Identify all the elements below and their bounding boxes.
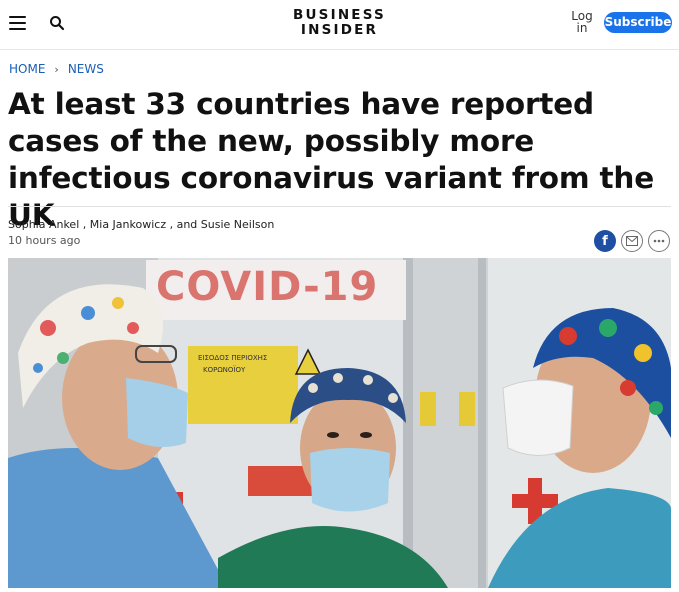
author-link-3[interactable]: Susie Neilson: [201, 218, 275, 231]
hero-photo-illustration: COVID-19 ΕΙΣΟΔΟΣ ΠΕΡΙΟΧΗΣ ΚΟΡΩΝΟΪΟΥ: [8, 258, 671, 588]
email-icon: [626, 236, 638, 246]
author-byline: Sophia Ankel , Mia Jankowicz , and Susie…: [8, 218, 274, 231]
warning-sign-line-1: ΕΙΣΟΔΟΣ ΠΕΡΙΟΧΗΣ: [198, 354, 267, 362]
hero-image: COVID-19 ΕΙΣΟΔΟΣ ΠΕΡΙΟΧΗΣ ΚΟΡΩΝΟΪΟΥ: [8, 258, 671, 588]
author-separator-1: ,: [79, 218, 90, 231]
breadcrumb-home[interactable]: HOME: [9, 62, 45, 76]
site-header: BUSINESS INSIDER Log in Subscribe: [0, 0, 679, 50]
author-separator-2: , and: [166, 218, 201, 231]
more-share-button[interactable]: [648, 230, 670, 252]
facebook-icon: f: [602, 233, 608, 249]
covid-sign-text: COVID-19: [156, 264, 378, 310]
author-link-1[interactable]: Sophia Ankel: [8, 218, 79, 231]
facebook-share-button[interactable]: f: [594, 230, 616, 252]
warning-sign-line-2: ΚΟΡΩΝΟΪΟΥ: [203, 365, 246, 374]
subscribe-button[interactable]: Subscribe: [604, 12, 672, 33]
article-headline: At least 33 countries have reported case…: [8, 87, 654, 232]
publish-timestamp: 10 hours ago: [8, 234, 81, 247]
breadcrumb: HOME › NEWS: [9, 62, 104, 76]
email-share-button[interactable]: [621, 230, 643, 252]
headline-divider: [8, 206, 671, 207]
breadcrumb-news[interactable]: NEWS: [68, 62, 104, 76]
author-link-2[interactable]: Mia Jankowicz: [90, 218, 166, 231]
login-link[interactable]: Log in: [567, 10, 597, 34]
breadcrumb-separator: ›: [54, 62, 59, 76]
more-icon: [653, 239, 665, 243]
login-line-2: in: [576, 21, 588, 35]
